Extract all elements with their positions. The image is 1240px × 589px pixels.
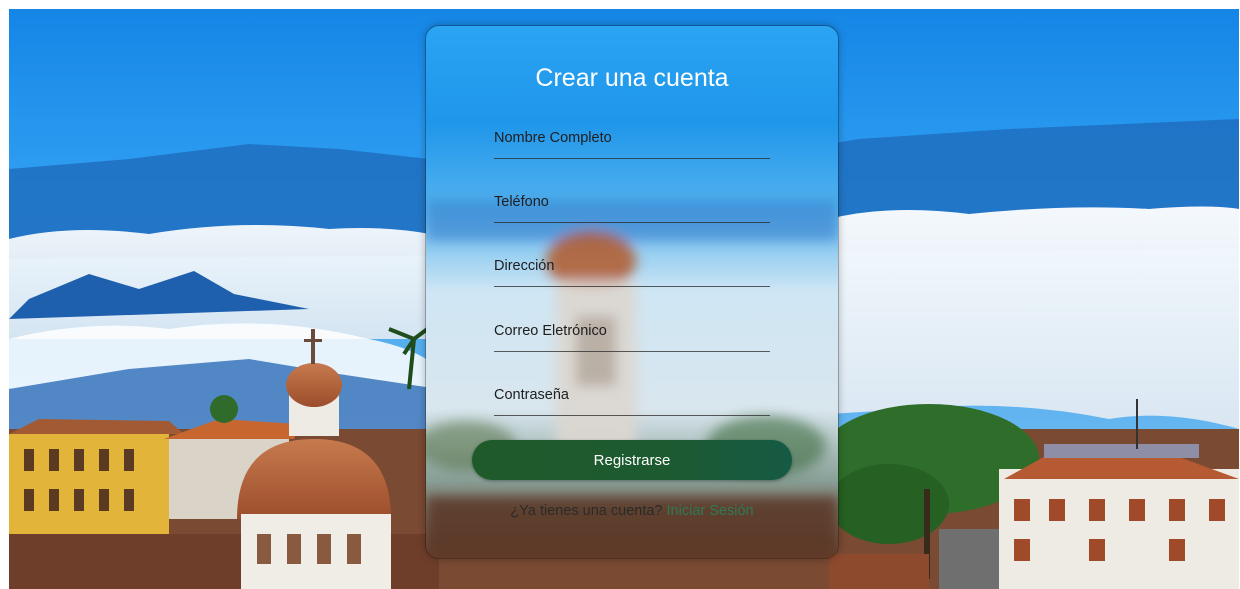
login-link[interactable]: Iniciar Sesión <box>667 503 754 519</box>
address-input[interactable] <box>494 250 770 286</box>
phone-field[interactable]: Teléfono <box>494 186 770 223</box>
full-name-field[interactable]: Nombre Completo <box>494 122 770 159</box>
page-frame: Crear una cuenta Nombre Completo Teléfon… <box>9 9 1239 589</box>
password-field[interactable]: Contraseña <box>494 379 770 416</box>
login-prompt-text: ¿Ya tienes una cuenta? <box>510 503 663 519</box>
register-button[interactable]: Registrarse <box>472 440 792 480</box>
email-input[interactable] <box>494 315 770 351</box>
email-field[interactable]: Correo Eletrónico <box>494 315 770 352</box>
form-title: Crear una cuenta <box>535 64 729 92</box>
password-input[interactable] <box>494 379 770 415</box>
address-field[interactable]: Dirección <box>494 250 770 287</box>
register-card: Crear una cuenta Nombre Completo Teléfon… <box>425 25 839 559</box>
login-prompt-line: ¿Ya tienes una cuenta? Iniciar Sesión <box>426 503 838 519</box>
full-name-input[interactable] <box>494 122 770 158</box>
phone-input[interactable] <box>494 186 770 222</box>
